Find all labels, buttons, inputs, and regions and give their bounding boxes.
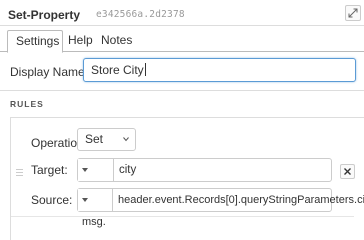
section-divider <box>0 90 364 91</box>
chevron-down-icon <box>123 137 129 142</box>
caret-down-icon <box>82 168 88 172</box>
source-value[interactable]: header.event.Records[0].queryStringParam… <box>118 189 364 211</box>
display-name-label: Display Name <box>10 65 85 79</box>
source-input[interactable]: msg. header.event.Records[0].queryString… <box>77 188 364 228</box>
target-type-select[interactable]: vars. <box>78 159 114 198</box>
target-input[interactable]: vars. city <box>77 158 332 198</box>
property-panel: Set-Property e342566a.2d2378 Settings He… <box>0 0 364 240</box>
display-name-input[interactable]: Store City <box>83 58 356 82</box>
source-type-select[interactable]: msg. <box>78 189 113 228</box>
text-caret <box>144 63 146 76</box>
operation-value: Set <box>85 132 104 146</box>
operation-select[interactable]: Set <box>77 128 136 151</box>
expand-button[interactable] <box>345 5 361 21</box>
tab-bar: Settings Help Notes <box>0 30 364 53</box>
rule-item: Operation: Set Target: vars. city Source… <box>11 118 364 228</box>
rules-list: Operation: Set Target: vars. city Source… <box>10 117 364 240</box>
target-label: Target: <box>31 163 68 177</box>
rules-section-label: RULES <box>10 99 44 109</box>
node-title: Set-Property <box>8 8 81 22</box>
drag-handle-icon[interactable] <box>16 169 23 178</box>
display-name-value: Store City <box>91 63 144 77</box>
expand-arrows-icon <box>348 8 358 18</box>
target-value[interactable]: city <box>119 159 136 181</box>
caret-down-icon <box>82 198 88 202</box>
tab-settings[interactable]: Settings <box>7 30 63 53</box>
node-id: e342566a.2d2378 <box>96 9 185 20</box>
tab-notes[interactable]: Notes <box>93 30 135 52</box>
close-icon <box>344 168 351 175</box>
panel-header: Set-Property e342566a.2d2378 <box>0 0 364 26</box>
source-label: Source: <box>31 193 73 207</box>
tab-help[interactable]: Help <box>60 30 93 52</box>
source-type: msg. <box>82 216 106 228</box>
remove-rule-button[interactable] <box>340 164 355 179</box>
